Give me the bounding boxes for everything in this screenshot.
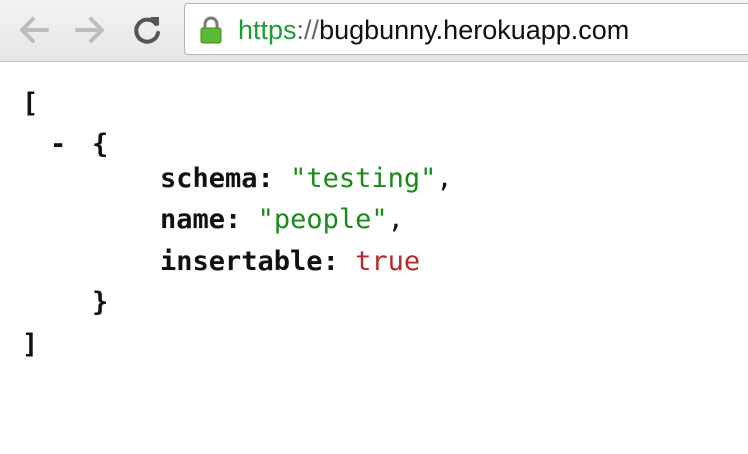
json-colon: :	[257, 163, 274, 194]
json-row-name: name: "people",	[160, 203, 404, 237]
json-colon: :	[225, 204, 242, 235]
open-brace: {	[92, 129, 109, 160]
collapse-toggle[interactable]: -	[50, 128, 66, 162]
back-arrow-icon	[20, 17, 49, 43]
reload-icon	[134, 17, 160, 44]
open-bracket: [	[22, 88, 39, 119]
json-colon: :	[322, 246, 339, 277]
json-key: schema	[160, 163, 258, 194]
json-string-value: "testing"	[290, 163, 437, 194]
json-viewer: [ - { schema: "testing", name: "people",…	[0, 62, 748, 454]
url-host: bugbunny.herokuapp.com	[319, 15, 630, 45]
json-boolean-value: true	[355, 246, 421, 277]
json-key: name	[160, 204, 226, 235]
forward-arrow-icon	[75, 17, 104, 43]
lock-icon	[200, 16, 222, 44]
json-row-schema: schema: "testing",	[160, 162, 453, 196]
reload-button[interactable]	[127, 10, 167, 50]
url-text: https://bugbunny.herokuapp.com	[238, 13, 629, 47]
forward-button[interactable]	[70, 10, 110, 50]
url-separator: ://	[296, 15, 320, 45]
url-scheme: https	[238, 15, 297, 45]
address-bar[interactable]: https://bugbunny.herokuapp.com	[184, 3, 748, 55]
json-key: insertable	[160, 246, 323, 277]
json-row-insertable: insertable: true	[160, 245, 420, 279]
back-button[interactable]	[14, 10, 54, 50]
json-comma: ,	[387, 204, 404, 235]
json-comma: ,	[436, 163, 453, 194]
json-string-value: "people"	[257, 204, 388, 235]
browser-toolbar: https://bugbunny.herokuapp.com	[0, 0, 748, 62]
close-brace: }	[92, 287, 109, 318]
close-bracket: ]	[22, 329, 39, 360]
